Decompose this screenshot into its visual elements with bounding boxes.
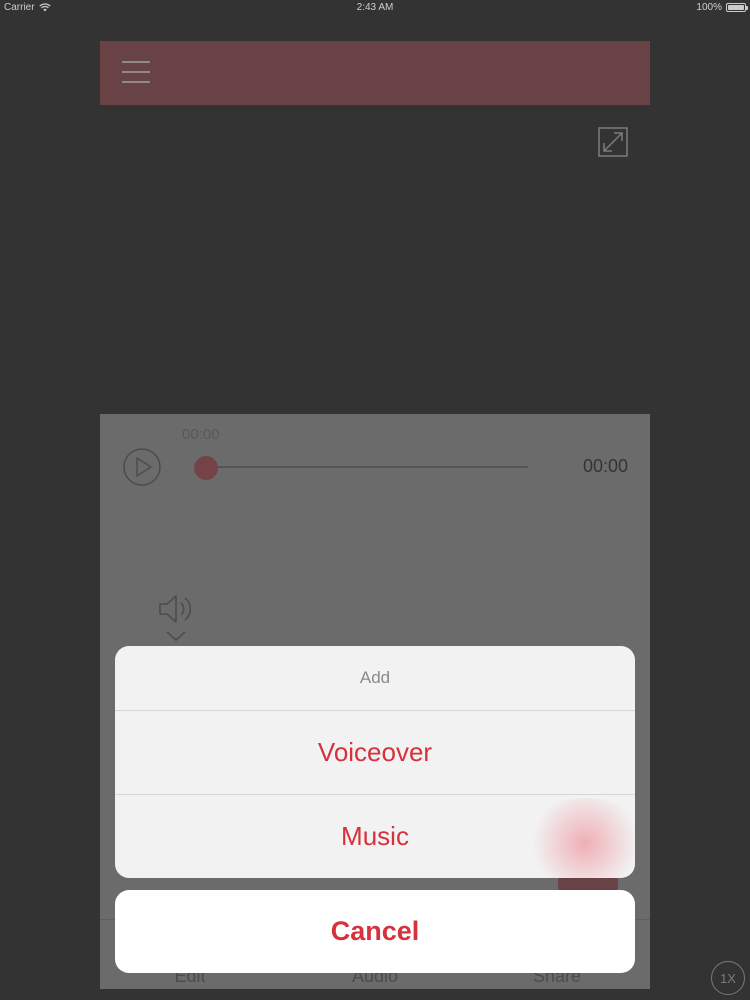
voiceover-option[interactable]: Voiceover [115, 711, 635, 795]
action-sheet-title: Add [115, 646, 635, 711]
battery-percent: 100% [696, 2, 722, 13]
status-bar: Carrier 2:43 AM 100% [0, 0, 750, 16]
action-sheet: Add Voiceover Music [115, 646, 635, 878]
status-right: 100% [696, 2, 748, 13]
music-option[interactable]: Music [115, 795, 635, 878]
volume-icon[interactable] [157, 592, 195, 626]
playback-speed-button[interactable]: 1X [711, 961, 745, 995]
duration-time: 00:00 [582, 456, 628, 476]
progress-track[interactable] [205, 466, 528, 468]
cancel-button[interactable]: Cancel [115, 890, 635, 973]
elapsed-time: 00:00 [182, 426, 220, 443]
battery-icon [726, 3, 748, 12]
status-time: 2:43 AM [356, 2, 394, 13]
chevron-down-icon[interactable] [165, 629, 187, 643]
app-header [100, 41, 650, 105]
play-button[interactable] [122, 447, 162, 487]
menu-icon[interactable] [122, 60, 152, 86]
progress-thumb[interactable] [194, 456, 218, 480]
expand-icon[interactable] [598, 127, 628, 157]
screen: Carrier 2:43 AM 100% 00:00 00:00 Edit Au… [0, 0, 750, 1000]
